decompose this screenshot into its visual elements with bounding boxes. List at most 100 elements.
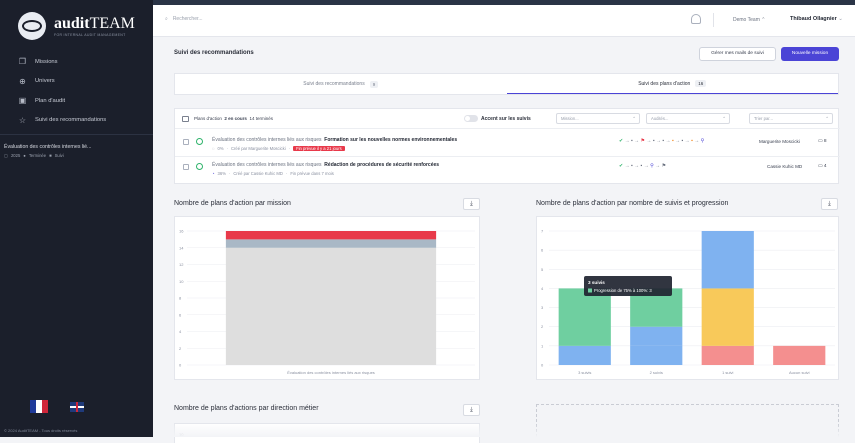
plan-meta: ◌ 0% · Créé par Marguerite Moscicki · Fi… bbox=[212, 146, 345, 151]
tooltip-title: 3 suivis bbox=[588, 280, 605, 285]
tab-suivi-recommandations[interactable]: Suivi des recommandations 9 bbox=[175, 74, 507, 94]
y-tick-label: 16 bbox=[179, 229, 184, 234]
plans-summary: Plans d'action 2 en cours 14 terminés bbox=[194, 116, 273, 121]
download-chart-button[interactable]: ⤓ bbox=[463, 198, 480, 210]
mission-filter-select[interactable]: Mission... bbox=[556, 113, 640, 124]
logo-text: auditTEAM bbox=[54, 14, 135, 32]
y-tick-label: 0 bbox=[541, 363, 544, 368]
y-tick-label: 10 bbox=[179, 279, 184, 284]
app-logo[interactable]: auditTEAM FOR INTERNAL AUDIT MANAGEMENT bbox=[18, 12, 135, 40]
calendar-icon: ▣ bbox=[18, 96, 27, 106]
sidebar-item-plan-audit[interactable]: ▣ Plan d'audit bbox=[0, 91, 153, 111]
phase-icon: ■ bbox=[49, 153, 52, 158]
chart-title-mission: Nombre de plans d'action par mission bbox=[174, 200, 291, 207]
accent-suivis-toggle[interactable] bbox=[464, 115, 478, 122]
tooltip-line: Progression de 75% à 100%: 3 bbox=[594, 288, 652, 293]
y-tick-label: 3 bbox=[541, 305, 544, 310]
comments-count[interactable]: ▭ 4 bbox=[818, 164, 827, 169]
current-audit-link[interactable]: Évaluation des contrôles internes lié... bbox=[4, 144, 91, 150]
doc-icon: ▪ bbox=[691, 138, 693, 144]
doc-icon: ▪ bbox=[662, 138, 665, 144]
manage-mails-button[interactable]: Gérer mes mails de suivi bbox=[699, 47, 776, 61]
french-flag-icon[interactable] bbox=[30, 400, 48, 413]
list-icon bbox=[182, 116, 189, 122]
download-icon: ⤓ bbox=[470, 201, 473, 207]
check-circle-icon bbox=[196, 138, 203, 145]
plan-row[interactable]: Évaluation des contrôles internes liés a… bbox=[175, 133, 840, 157]
status-dot-icon: ● bbox=[23, 153, 26, 158]
plan-row[interactable]: Évaluation des contrôles internes liés a… bbox=[175, 158, 840, 182]
bar-segment bbox=[701, 345, 754, 365]
y-tick-label: 6 bbox=[179, 312, 182, 317]
doc-icon: ▪ bbox=[652, 138, 655, 144]
logo-tagline: FOR INTERNAL AUDIT MANAGEMENT bbox=[54, 32, 126, 37]
top-bar: ⌕ Rechercher... Demo Team ⌃ Thibaud Olla… bbox=[153, 5, 855, 37]
doc-icon: ▪ bbox=[630, 138, 633, 144]
sidebar-item-univers[interactable]: ⊕ Univers bbox=[0, 72, 153, 92]
sidebar-nav: ❐ Missions ⊕ Univers ▣ Plan d'audit ☆ Su… bbox=[0, 52, 153, 130]
sidebar-item-suivi-recommandations[interactable]: ☆ Suivi des recommandations bbox=[0, 111, 153, 131]
bar-segment bbox=[225, 247, 437, 365]
y-tick-label: 0 bbox=[179, 363, 182, 368]
plan-meta: ◔ 36% · Créé par Cassie Kuhic MD · Fin p… bbox=[212, 171, 334, 176]
sidebar-item-label: Plan d'audit bbox=[35, 97, 66, 104]
y-tick-label: 6 bbox=[541, 248, 544, 253]
x-tick-label: 1 suivi bbox=[722, 370, 733, 375]
y-tick-label: 7 bbox=[541, 229, 544, 234]
plans-header: Plans d'action 2 en cours 14 terminés Ac… bbox=[175, 109, 840, 129]
download-icon: ⤓ bbox=[470, 407, 473, 413]
divider bbox=[713, 13, 714, 27]
audite-filter-select[interactable]: Audités... bbox=[646, 113, 730, 124]
language-switcher bbox=[30, 400, 84, 413]
user-menu[interactable]: Thibaud Ollagnier ⌄ bbox=[790, 16, 843, 22]
assignee: Cassie Kuhic MD bbox=[767, 164, 803, 169]
pin-icon: ⚲ bbox=[700, 138, 705, 144]
comment-icon: ▭ bbox=[818, 139, 823, 144]
new-mission-button[interactable]: Nouvelle mission bbox=[781, 47, 839, 61]
download-chart-button[interactable]: ⤓ bbox=[821, 198, 838, 210]
assignee: Marguerite Moscicki bbox=[759, 139, 800, 144]
globe-icon: ⊕ bbox=[19, 76, 26, 86]
row-checkbox[interactable] bbox=[183, 164, 189, 170]
page-title: Suivi des recommandations bbox=[174, 50, 254, 56]
comments-count[interactable]: ▭ 8 bbox=[818, 139, 827, 144]
sidebar: auditTEAM FOR INTERNAL AUDIT MANAGEMENT … bbox=[0, 0, 153, 437]
bell-icon[interactable] bbox=[691, 14, 701, 24]
sort-select[interactable]: Trier par... bbox=[749, 113, 833, 124]
download-chart-button[interactable]: ⤓ bbox=[463, 404, 480, 416]
tab-suivi-plans-action[interactable]: Suivi des plans d'action 16 bbox=[506, 74, 838, 94]
chart-mission: 0 2 4 6 8 10 12 14 16 Évaluation des contrôles in… bbox=[174, 216, 480, 380]
accent-suivis-label: Accent sur les suivis bbox=[481, 116, 531, 122]
check-circle-icon bbox=[196, 163, 203, 170]
sidebar-item-missions[interactable]: ❐ Missions bbox=[0, 52, 153, 72]
y-tick-label: 14 bbox=[179, 245, 184, 250]
current-audit-meta: ▢ 2025 ● Terminée ■ Suivi bbox=[4, 153, 64, 158]
tab-count: 16 bbox=[695, 80, 707, 87]
y-tick-label: 12 bbox=[179, 262, 184, 267]
y-tick-label: 2 bbox=[179, 346, 182, 351]
y-tick-label: 2 bbox=[541, 324, 544, 329]
x-tick-label: Évaluation des contrôles internes liés a… bbox=[287, 370, 375, 375]
doc-icon: ▪ bbox=[671, 138, 674, 144]
bar-segment bbox=[630, 345, 683, 365]
done-icon: ✔ bbox=[619, 138, 624, 144]
followup-chain: ✔ → ▪ → ⚑ → ▪ → ▪ → ▪ → ▪ → ▪ → ⚲ bbox=[619, 138, 705, 144]
plan-title: Évaluation des contrôles internes liés a… bbox=[212, 137, 458, 143]
row-checkbox[interactable] bbox=[183, 139, 189, 145]
sidebar-item-label: Missions bbox=[35, 58, 58, 65]
tooltip-swatch bbox=[588, 288, 592, 293]
bar-segment bbox=[225, 231, 437, 240]
team-selector[interactable]: Demo Team ⌃ bbox=[733, 17, 765, 23]
followup-chain: ✔ → ▪ → ▪ → ⚲ → ⚑ bbox=[619, 163, 667, 169]
search-input[interactable]: ⌕ Rechercher... bbox=[165, 16, 203, 22]
tooltip-box bbox=[584, 276, 672, 296]
logo-eye-icon bbox=[18, 12, 46, 40]
bar-segment bbox=[701, 231, 754, 289]
doc-icon: ▪ bbox=[640, 163, 643, 169]
y-tick-label: 4 bbox=[541, 286, 544, 291]
uk-flag-icon[interactable] bbox=[70, 401, 84, 412]
calendar-icon: ▢ bbox=[4, 153, 8, 158]
y-tick-label: 8 bbox=[179, 296, 182, 301]
bottom-fade bbox=[153, 423, 855, 437]
sidebar-item-label: Suivi des recommandations bbox=[35, 117, 107, 124]
